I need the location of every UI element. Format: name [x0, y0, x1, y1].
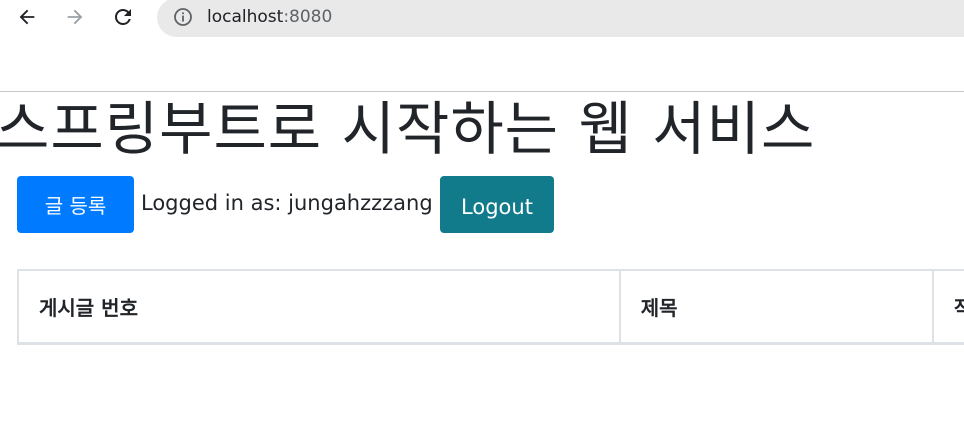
posts-table: 게시글 번호 제목 작	[17, 269, 964, 345]
back-button[interactable]	[13, 4, 41, 30]
column-header-title: 제목	[618, 269, 935, 345]
info-icon[interactable]	[173, 7, 193, 27]
url-text[interactable]: localhost:8080	[207, 6, 332, 28]
table-header-row: 게시글 번호 제목 작	[17, 269, 964, 345]
login-prefix: Logged in as:	[141, 191, 289, 215]
column-header-post-number: 게시글 번호	[17, 269, 621, 345]
page-title: 스프링부트로 시작하는 웹 서비스	[0, 95, 816, 163]
column-header-author: 작	[932, 269, 964, 345]
logout-button[interactable]: Logout	[440, 176, 554, 233]
forward-button[interactable]	[61, 4, 89, 30]
url-port: :8080	[283, 7, 333, 27]
arrow-right-icon	[67, 9, 83, 25]
reload-icon	[115, 8, 131, 25]
reload-button[interactable]	[109, 4, 137, 30]
login-status: Logged in as: jungahzzzang	[141, 189, 433, 217]
arrow-left-icon	[19, 9, 35, 25]
url-host: localhost	[207, 7, 284, 27]
browser-toolbar: localhost:8080	[0, 0, 964, 37]
username: jungahzzzang	[288, 191, 433, 215]
register-post-button[interactable]: 글 등록	[17, 176, 134, 233]
